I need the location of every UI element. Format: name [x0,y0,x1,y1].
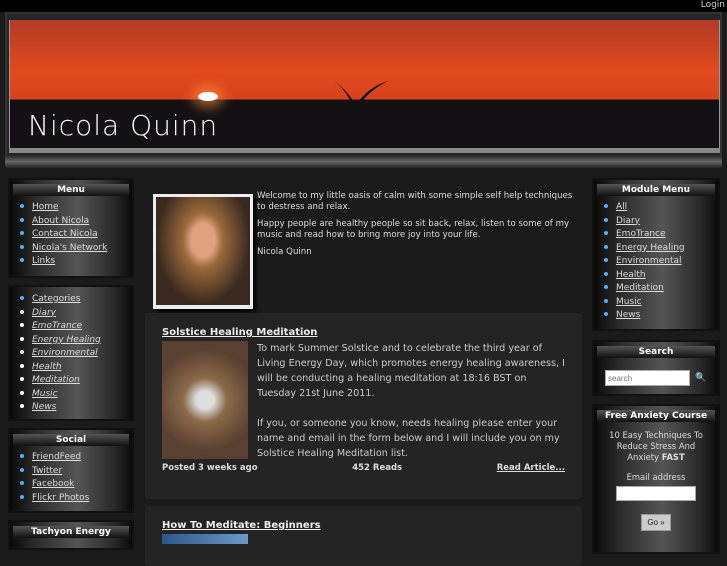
social-link-friendfeed[interactable]: FriendFeed [32,452,81,462]
header: Nicola Quinn [5,12,722,157]
article-image [162,534,248,544]
social-link-flickr-photos[interactable]: Flickr Photos [32,493,89,503]
go-button[interactable]: Go » [641,514,671,531]
category-link-environmental[interactable]: Environmental [32,348,98,358]
module-link-environmental[interactable]: Environmental [616,256,681,266]
tachyon-module: Tachyon Energy [8,520,134,550]
read-article-link[interactable]: Read Article... [497,463,565,473]
list-item: Facebook [20,478,132,492]
nav-bar [5,155,722,168]
social-link-twitter[interactable]: Twitter [32,466,62,476]
list-item: Meditation [20,374,132,388]
menu-link-links[interactable]: Links [32,256,55,266]
list-item: About Nicola [20,215,132,229]
module-link-all[interactable]: All [616,202,627,212]
module-link-meditation[interactable]: Meditation [616,283,664,293]
menu-module: Menu Home About Nicola Contact Nicola Nicol… [8,178,134,278]
list-item: Music [20,388,132,402]
header-divider [9,148,720,153]
search-module: Search 🔍 [592,340,720,396]
posted-time: Posted 3 weeks ago [162,463,258,473]
list-item: Energy Healing [20,334,132,348]
site-title[interactable]: Nicola Quinn [28,109,218,142]
bird-icon [330,77,388,107]
module-link-diary[interactable]: Diary [616,216,640,226]
anxiety-course-module: Free Anxiety Course 10 Easy Techniques T… [592,404,720,554]
list-item: Diary [20,307,132,321]
menu-link-about-nicola[interactable]: About Nicola [32,216,89,226]
list-item: Nicola's Network [20,242,132,256]
list-item: Environmental [20,347,132,361]
sun-image [198,92,218,101]
category-link-energy-healing[interactable]: Energy Healing [32,335,101,345]
list-item: EmoTrance [604,228,718,242]
search-icon[interactable]: 🔍 [695,373,706,383]
list-item: Health [604,269,718,283]
list-item: Flickr Photos [20,492,132,506]
list-item: News [20,401,132,415]
list-item: Twitter [20,465,132,479]
list-item: Contact Nicola [20,228,132,242]
list-item: Meditation [604,282,718,296]
read-count: 452 Reads [352,463,403,473]
list-item: EmoTrance [20,320,132,334]
module-link-health[interactable]: Health [616,270,646,280]
list-item: Environmental [604,255,718,269]
category-link-diary[interactable]: Diary [32,308,56,318]
crystals-image [162,341,248,459]
menu-link-contact-nicola[interactable]: Contact Nicola [32,229,98,239]
email-input[interactable] [616,486,696,501]
module-link-energy-healing[interactable]: Energy Healing [616,243,685,253]
categories-module: Categories Diary EmoTrance Energy Healing E… [8,285,134,421]
article-title-link[interactable]: How To Meditate: Beginners [162,520,321,531]
anxiety-text: 10 Easy Techniques To Reduce Stress And … [609,430,703,462]
tachyon-title: Tachyon Energy [13,526,129,538]
category-link-news[interactable]: News [32,402,56,412]
top-strip [0,0,727,12]
list-item: Diary [604,215,718,229]
list-item: Music [604,296,718,310]
module-link-music[interactable]: Music [616,297,642,307]
menu-title: Menu [13,184,129,196]
intro-p2: Happy people are healthy people so sit b… [257,219,570,240]
category-link-meditation[interactable]: Meditation [32,375,80,385]
login-link[interactable]: Login [701,0,725,10]
list-item: Health [20,361,132,375]
module-link-emotrance[interactable]: EmoTrance [616,229,666,239]
header-banner: Nicola Quinn [9,20,720,148]
category-link-health[interactable]: Health [32,362,62,372]
intro-p1: Welcome to my little oasis of calm with … [257,191,573,212]
list-item: All [604,201,718,215]
category-link-emotrance[interactable]: EmoTrance [32,321,82,331]
social-link-facebook[interactable]: Facebook [32,479,74,489]
email-label: Email address [626,472,686,482]
list-item: News [604,309,718,323]
list-item: Home [20,201,132,215]
article-card: How To Meditate: Beginners [145,506,582,566]
module-menu-title: Module Menu [597,184,715,196]
article-card: Solstice Healing Meditation To mark Summ… [145,313,582,499]
categories-link[interactable]: Categories [32,294,81,304]
social-module: Social FriendFeed Twitter Facebook Flickr P… [8,428,134,513]
social-title: Social [13,434,129,446]
category-link-music[interactable]: Music [32,389,58,399]
anxiety-title: Free Anxiety Course [597,410,715,422]
article-title-link[interactable]: Solstice Healing Meditation [162,327,317,338]
list-item: Energy Healing [604,242,718,256]
search-title: Search [597,346,715,358]
module-link-news[interactable]: News [616,310,640,320]
list-item: Links [20,255,132,269]
menu-link-home[interactable]: Home [32,202,59,212]
module-menu: Module Menu All Diary EmoTrance Energy Heal… [592,178,720,331]
search-input[interactable] [605,370,690,386]
nicola-photo [153,194,253,309]
intro-signature: Nicola Quinn [257,247,312,257]
menu-link-nicola-s-network[interactable]: Nicola's Network [32,243,107,253]
anxiety-fast: FAST [661,452,685,462]
list-item: FriendFeed [20,451,132,465]
